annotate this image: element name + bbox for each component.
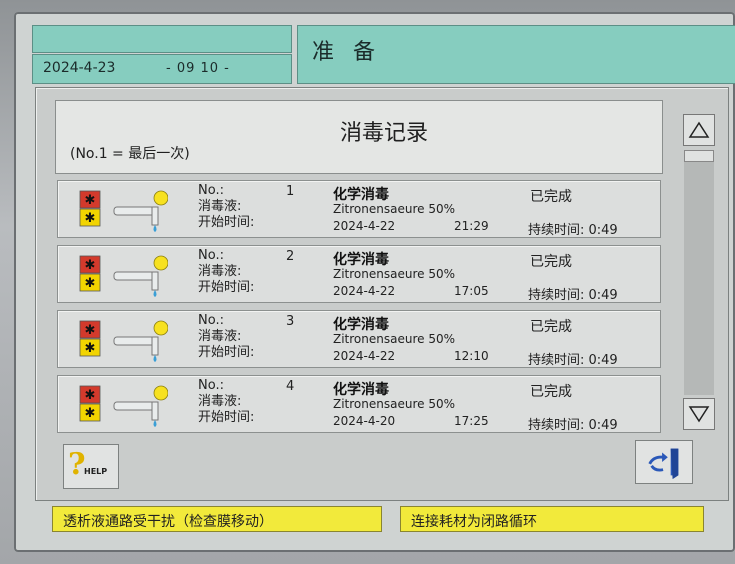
svg-text:✱: ✱ [85,193,96,208]
page-title: 准 备 [312,40,381,65]
record-fluid: Zitronensaeure 50% [333,267,455,281]
record-time: 17:05 [454,284,489,298]
scroll-thumb[interactable] [684,150,714,162]
header-date: 2024-4-23 [43,60,116,76]
disinfection-status-icon: ✱ ✱ [78,187,169,233]
header-datetime: 2024-4-23 - 09 10 - [32,54,292,84]
record-number: 3 [286,314,295,329]
status-message-right: 连接耗材为闭路循环 [400,506,704,532]
triangle-up-icon [688,121,710,138]
record-date: 2024-4-20 [333,414,396,428]
header-time: - 09 10 - [166,61,230,76]
record-start-label: 开始时间: [198,410,255,425]
records-title-box: 消毒记录 (No.1 = 最后一次) [55,100,663,174]
svg-text:✱: ✱ [85,388,96,403]
record-status: 已完成 [530,384,572,400]
svg-text:✱: ✱ [85,258,96,273]
record-type: 化学消毒 [333,252,389,268]
record-time: 12:10 [454,349,489,363]
status-text-right: 连接耗材为闭路循环 [411,514,537,530]
record-no-label: No.: [198,378,224,393]
svg-text:✱: ✱ [85,341,96,356]
exit-door-icon [648,448,679,480]
disinfection-status-icon: ✱ ✱ [78,317,169,363]
svg-text:✱: ✱ [85,323,96,338]
record-start-label: 开始时间: [198,215,255,230]
header-title-box: 准 备 [297,25,735,84]
status-message-left: 透析液通路受干扰（检查膜移动） [52,506,382,532]
record-fluid: Zitronensaeure 50% [333,202,455,216]
record-type: 化学消毒 [333,187,389,203]
record-row[interactable]: ✱ ✱ No.: 消毒液: 开始时间: 2 化学消毒 Zitronensaeure 50% 20… [57,245,661,303]
scroll-down-button[interactable] [683,398,715,430]
record-status: 已完成 [530,254,572,270]
disinfection-status-icon: ✱ ✱ [78,382,169,428]
record-duration: 持续时间: 0:49 [528,288,618,303]
record-time: 17:25 [454,414,489,428]
help-button[interactable]: ? HELP [63,444,119,489]
record-duration: 持续时间: 0:49 [528,223,618,238]
help-label: HELP [84,467,108,476]
record-date: 2024-4-22 [333,219,396,233]
record-date: 2024-4-22 [333,349,396,363]
record-fluid-label: 消毒液: [198,394,242,409]
record-fluid: Zitronensaeure 50% [333,397,455,411]
record-time: 21:29 [454,219,489,233]
record-type: 化学消毒 [333,382,389,398]
record-fluid: Zitronensaeure 50% [333,332,455,346]
record-fluid-label: 消毒液: [198,264,242,279]
svg-text:✱: ✱ [85,276,96,291]
record-row[interactable]: ✱ ✱ No.: 消毒液: 开始时间: 3 化学消毒 Zitronensaeure 50% 20… [57,310,661,368]
record-duration: 持续时间: 0:49 [528,353,618,368]
question-icon: ? [68,447,86,482]
record-date: 2024-4-22 [333,284,396,298]
svg-text:✱: ✱ [85,211,96,226]
record-number: 2 [286,249,295,264]
record-status: 已完成 [530,319,572,335]
header-blank-box [32,25,292,53]
record-start-label: 开始时间: [198,345,255,360]
svg-text:✱: ✱ [85,406,96,421]
scroll-up-button[interactable] [683,114,715,146]
triangle-down-icon [688,406,710,423]
record-start-label: 开始时间: [198,280,255,295]
scroll-track[interactable] [684,150,714,395]
records-title: 消毒记录 [340,121,429,146]
record-no-label: No.: [198,248,224,263]
record-duration: 持续时间: 0:49 [528,418,618,433]
record-no-label: No.: [198,183,224,198]
record-fluid-label: 消毒液: [198,329,242,344]
record-fluid-label: 消毒液: [198,199,242,214]
record-row[interactable]: ✱ ✱ No.: 消毒液: 开始时间: 4 化学消毒 Zitronensaeure 50% 20… [57,375,661,433]
disinfection-status-icon: ✱ ✱ [78,252,169,298]
record-number: 1 [286,184,295,199]
record-row[interactable]: ✱ ✱ No.: 消毒液: 开始时间: 1 化学消毒 Zitronensaeure 50% 20… [57,180,661,238]
record-no-label: No.: [198,313,224,328]
record-status: 已完成 [530,189,572,205]
exit-button[interactable] [635,440,693,484]
record-type: 化学消毒 [333,317,389,333]
status-text-left: 透析液通路受干扰（检查膜移动） [63,514,273,530]
records-subtitle: (No.1 = 最后一次) [70,146,190,162]
record-number: 4 [286,379,295,394]
